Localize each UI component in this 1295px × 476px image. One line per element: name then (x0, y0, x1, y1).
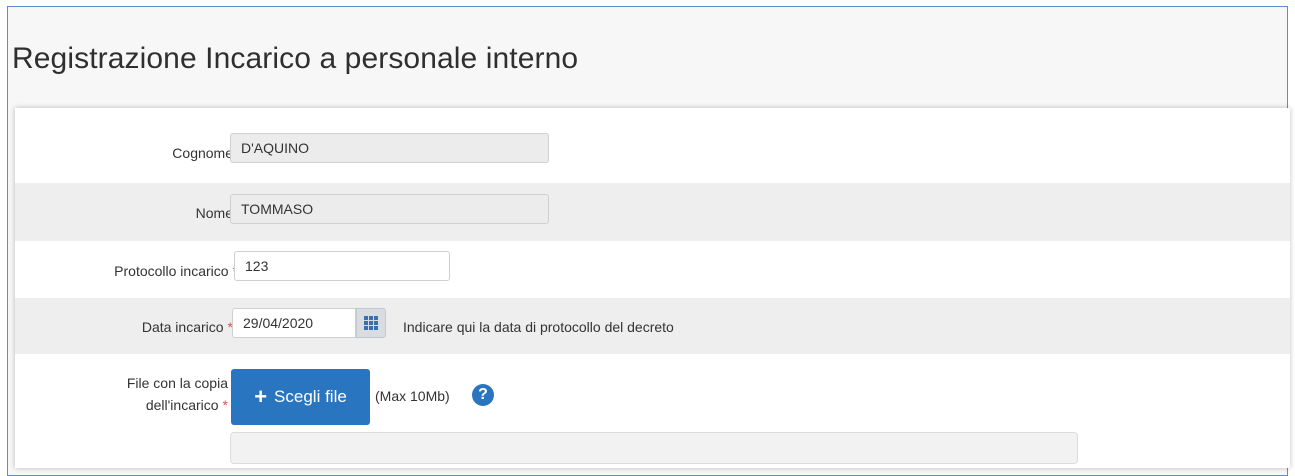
nome-label: Nome (195, 205, 233, 221)
row-protocollo: Protocollo incarico* 123 (15, 241, 1290, 298)
row-cognome: Cognome D'AQUINO (15, 108, 1290, 194)
file-name-display (230, 432, 1078, 464)
nome-field[interactable]: TOMMASO (230, 194, 549, 224)
file-label: File con la copia dell'incarico * (126, 375, 228, 413)
cognome-field[interactable]: D'AQUINO (230, 133, 549, 163)
page-title: Registrazione Incarico a personale inter… (12, 42, 579, 75)
plus-icon: + (254, 384, 268, 409)
row-data-incarico: Data incarico * 29/04/2020 Indicare qui l… (15, 298, 1290, 354)
calendar-icon (364, 316, 378, 330)
data-incarico-label: Data incarico * (141, 319, 233, 335)
data-incarico-input[interactable]: 29/04/2020 (232, 308, 356, 338)
choose-file-label: Scegli file (274, 387, 347, 406)
cognome-label: Cognome (172, 145, 233, 161)
row-nome: Nome TOMMASO (15, 183, 1290, 241)
protocollo-input[interactable]: 123 (234, 251, 450, 281)
calendar-button[interactable] (356, 308, 386, 338)
required-mark: * (222, 397, 228, 413)
choose-file-button[interactable]: + Scegli file (231, 369, 370, 425)
help-icon[interactable]: ? (472, 384, 494, 406)
max-size-text: (Max 10Mb) (375, 388, 450, 404)
protocollo-label: Protocollo incarico* (114, 263, 238, 279)
form-panel: Cognome D'AQUINO Nome TOMMASO Protocollo… (15, 108, 1290, 468)
data-incarico-hint: Indicare qui la data di protocollo del d… (403, 319, 674, 335)
